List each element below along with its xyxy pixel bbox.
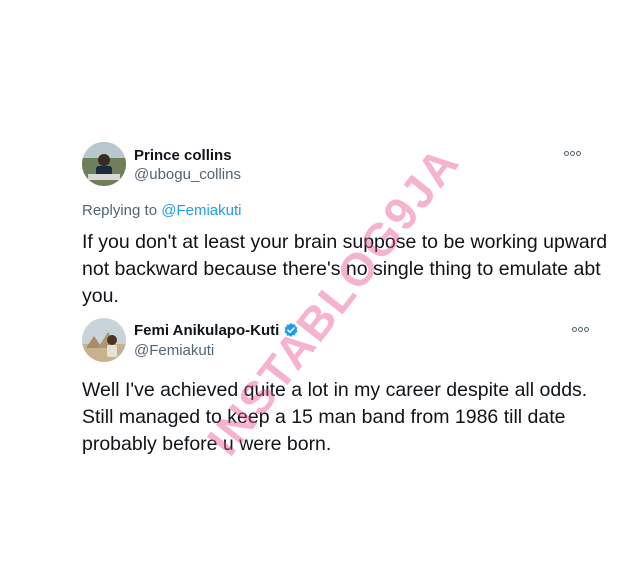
avatar-prince-collins[interactable] (82, 142, 126, 186)
author-handle[interactable]: @Femiakuti (134, 342, 214, 359)
author-name: Femi Anikulapo-Kuti (134, 322, 299, 342)
author-handle[interactable]: @ubogu_collins (134, 166, 241, 183)
screenshot-canvas: { "tweets": [ { "name": "Prince collins"… (0, 0, 640, 580)
replying-to-mention[interactable]: @Femiakuti (161, 202, 241, 219)
replying-to-label: Replying to (82, 202, 162, 219)
tweet-text: If you don't at least your brain suppose… (82, 231, 608, 307)
more-options-icon[interactable] (564, 148, 582, 159)
replying-to: Replying to @Femiakuti (82, 202, 241, 219)
more-options-icon[interactable] (572, 324, 590, 335)
author-name-text[interactable]: Femi Anikulapo-Kuti (134, 322, 279, 339)
verified-badge-icon (283, 322, 299, 342)
tweet-text: Well I've achieved quite a lot in my car… (82, 379, 588, 455)
author-name[interactable]: Prince collins (134, 147, 232, 164)
avatar-femi-kuti[interactable] (82, 318, 126, 362)
